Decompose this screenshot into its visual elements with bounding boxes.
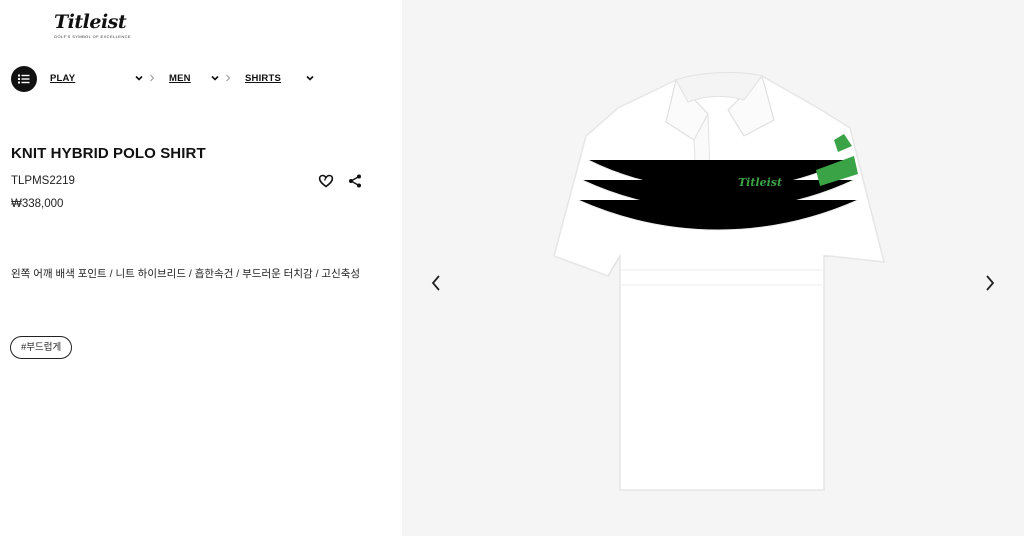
list-menu-icon bbox=[18, 74, 30, 84]
heart-icon[interactable] bbox=[318, 173, 334, 189]
chevron-right-icon[interactable] bbox=[982, 273, 998, 293]
breadcrumb-shirts[interactable]: SHIRTS bbox=[245, 73, 281, 84]
product-tag[interactable]: #부드럽게 bbox=[10, 336, 73, 359]
product-price: ₩338,000 bbox=[11, 198, 64, 210]
chevron-right-separator-icon bbox=[150, 74, 155, 82]
brand-logo-wordmark: Titleist bbox=[54, 11, 127, 33]
product-sku: TLPMS2219 bbox=[11, 175, 75, 187]
breadcrumb-play[interactable]: PLAY bbox=[50, 73, 75, 84]
brand-logo-tagline: GOLF'S SYMBOL OF EXCELLENCE bbox=[54, 34, 131, 39]
menu-button[interactable] bbox=[11, 66, 37, 92]
brand-logo[interactable]: Titleist GOLF'S SYMBOL OF EXCELLENCE bbox=[54, 11, 131, 39]
breadcrumb-men[interactable]: MEN bbox=[169, 73, 191, 84]
chevron-left-icon[interactable] bbox=[428, 273, 444, 293]
product-image-polo-shirt: Titleist bbox=[553, 72, 885, 491]
product-info-panel: Titleist GOLF'S SYMBOL OF EXCELLENCE PLA… bbox=[0, 0, 402, 536]
product-description: 왼쪽 어깨 배색 포인트 / 니트 하이브리드 / 흡한속건 / 부드러운 터치… bbox=[11, 268, 361, 280]
chevron-down-icon[interactable] bbox=[305, 73, 315, 83]
product-title: KNIT HYBRID POLO SHIRT bbox=[11, 145, 206, 162]
share-icon[interactable] bbox=[347, 173, 363, 189]
chevron-down-icon[interactable] bbox=[134, 73, 144, 83]
product-chest-logo: Titleist bbox=[738, 176, 782, 189]
chevron-right-separator-icon bbox=[226, 74, 231, 82]
chevron-down-icon[interactable] bbox=[210, 73, 220, 83]
